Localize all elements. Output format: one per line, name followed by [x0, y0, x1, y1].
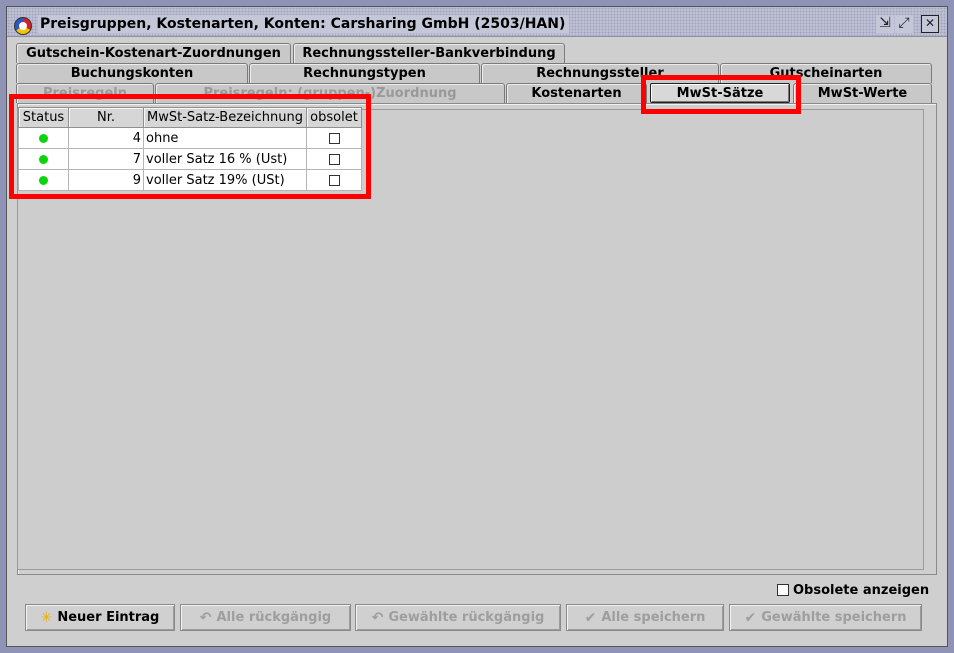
status-cell: [18, 169, 69, 191]
tab-rechnungstypen[interactable]: Rechnungstypen: [249, 63, 480, 83]
tab-rechnungssteller[interactable]: Rechnungssteller: [481, 63, 719, 83]
show-obsolete-label: Obsolete anzeigen: [793, 582, 930, 598]
tab-buchungskonten[interactable]: Buchungskonten: [16, 63, 248, 83]
show-obsolete-checkbox[interactable]: [777, 584, 789, 596]
check-icon: ✔: [744, 609, 757, 626]
undo-all-label: Alle rückgängig: [216, 610, 332, 625]
tab-mwst-saetze[interactable]: MwSt-Sätze: [650, 83, 790, 103]
window-title: Preisgruppen, Kostenarten, Konten: Carsh…: [38, 15, 570, 33]
tab-rechnungssteller-bankverbindung[interactable]: Rechnungssteller-Bankverbindung: [293, 43, 565, 63]
status-active-icon: [39, 154, 48, 164]
status-active-icon: [39, 133, 48, 143]
obsolet-cell: [306, 127, 362, 149]
bezeichnung-cell[interactable]: voller Satz 19% (USt): [143, 169, 307, 191]
close-icon[interactable]: ✕: [921, 15, 939, 33]
tab-gutscheinarten[interactable]: Gutscheinarten: [720, 63, 932, 83]
obsolet-checkbox[interactable]: [328, 153, 340, 165]
status-active-icon: [39, 175, 48, 185]
undo-all-button[interactable]: ↶ Alle rückgängig: [180, 604, 351, 631]
main-window: Preisgruppen, Kostenarten, Konten: Carsh…: [6, 6, 948, 647]
restore-icon[interactable]: ⇲: [876, 15, 894, 33]
check-all-icon: ✔: [584, 609, 597, 626]
obsolet-cell: [306, 169, 362, 191]
column-header-obsolet[interactable]: obsolet: [306, 107, 362, 128]
tab-gutschein-kostenart-zuordnungen[interactable]: Gutschein-Kostenart-Zuordnungen: [16, 43, 291, 63]
nr-cell[interactable]: 7: [68, 148, 144, 170]
nr-cell[interactable]: 9: [68, 169, 144, 191]
column-header-status[interactable]: Status: [18, 107, 69, 128]
app-logo-icon: [14, 17, 32, 35]
obsolet-checkbox[interactable]: [328, 174, 340, 186]
new-entry-label: Neuer Eintrag: [57, 610, 160, 625]
column-header-nr[interactable]: Nr.: [68, 107, 144, 128]
save-selected-label: Gewählte speichern: [761, 610, 907, 625]
undo-icon: ↶: [371, 609, 384, 626]
table-row[interactable]: 7 voller Satz 16 % (Ust): [18, 148, 362, 170]
new-entry-button[interactable]: ✳ Neuer Eintrag: [25, 604, 175, 631]
save-all-button[interactable]: ✔ Alle speichern: [566, 604, 724, 631]
undo-selected-button[interactable]: ↶ Gewählte rückgängig: [355, 604, 561, 631]
undo-selected-label: Gewählte rückgängig: [388, 610, 545, 625]
table-row[interactable]: 4 ohne: [18, 127, 362, 149]
status-cell: [18, 148, 69, 170]
status-cell: [18, 127, 69, 149]
tab-kostenarten[interactable]: Kostenarten: [506, 83, 647, 103]
mwst-saetze-table: Status Nr. MwSt-Satz-Bezeichnung obsolet…: [18, 107, 362, 191]
save-all-label: Alle speichern: [601, 610, 706, 625]
bezeichnung-cell[interactable]: ohne: [143, 127, 307, 149]
obsolet-checkbox[interactable]: [328, 132, 340, 144]
bezeichnung-cell[interactable]: voller Satz 16 % (Ust): [143, 148, 307, 170]
table-header-row: Status Nr. MwSt-Satz-Bezeichnung obsolet: [18, 107, 362, 128]
tab-preisregeln[interactable]: Preisregeln: [16, 83, 154, 103]
sparkle-icon: ✳: [40, 609, 53, 626]
column-header-bezeichnung[interactable]: MwSt-Satz-Bezeichnung: [143, 107, 307, 128]
tab-preisregeln-zuordnung[interactable]: Preisregeln: (gruppen-)Zuordnung: [155, 83, 505, 103]
title-bar[interactable]: Preisgruppen, Kostenarten, Konten: Carsh…: [7, 7, 947, 37]
undo-all-icon: ↶: [199, 609, 212, 626]
nr-cell[interactable]: 4: [68, 127, 144, 149]
obsolet-cell: [306, 148, 362, 170]
maximize-icon[interactable]: ⤢: [895, 15, 913, 33]
tab-mwst-werte[interactable]: MwSt-Werte: [793, 83, 932, 103]
show-obsolete-toggle[interactable]: Obsolete anzeigen: [777, 581, 929, 599]
save-selected-button[interactable]: ✔ Gewählte speichern: [729, 604, 922, 631]
table-row[interactable]: 9 voller Satz 19% (USt): [18, 169, 362, 191]
